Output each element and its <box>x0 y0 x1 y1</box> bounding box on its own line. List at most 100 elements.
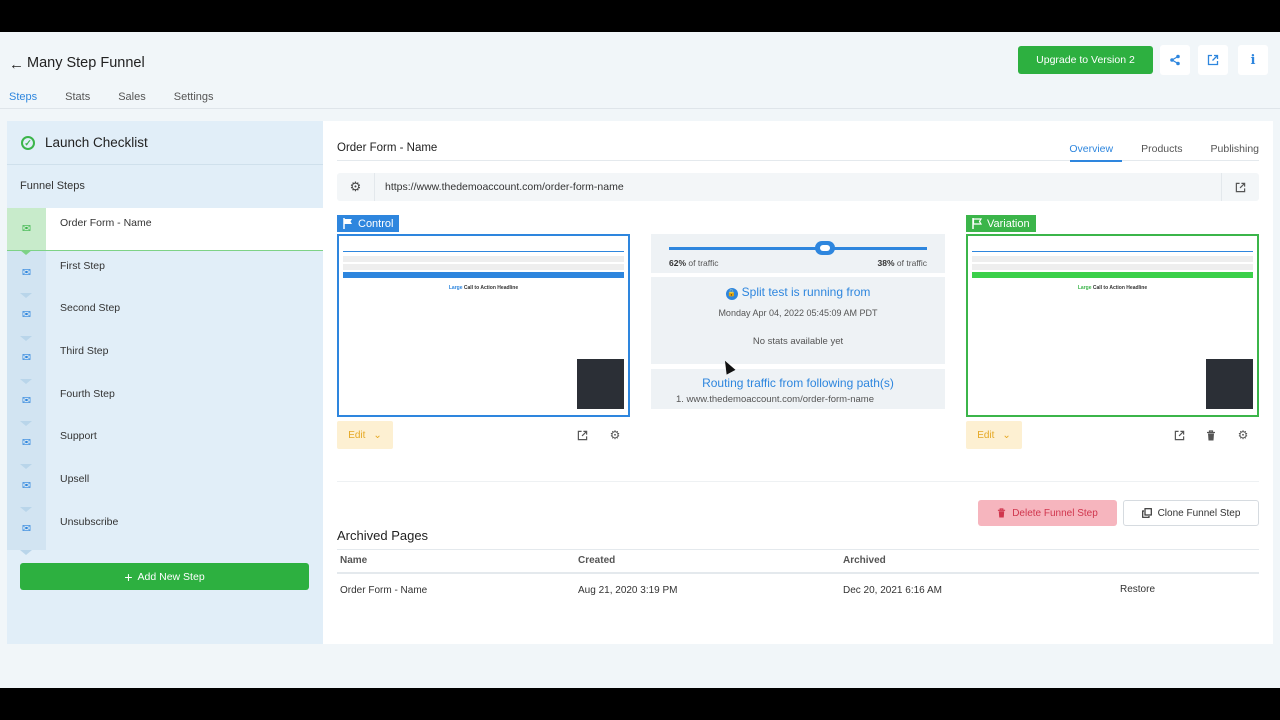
funnel-steps-heading: Funnel Steps <box>20 180 85 192</box>
clone-funnel-step-button[interactable]: Clone Funnel Step <box>1123 500 1259 526</box>
open-external-button[interactable] <box>1198 45 1228 75</box>
page-tabs: Overview Products Publishing <box>1069 143 1259 155</box>
add-new-step-button[interactable]: + Add New Step <box>20 563 309 590</box>
page-title: Order Form - Name <box>337 142 438 154</box>
mail-icon: ✉ <box>7 336 46 384</box>
nav-sales[interactable]: Sales <box>118 91 146 108</box>
slider-track <box>669 247 927 250</box>
mail-icon: ✉ <box>7 506 46 555</box>
upgrade-button[interactable]: Upgrade to Version 2 <box>1018 46 1153 74</box>
split-test-status: 🔒 Split test is running from Monday Apr 0… <box>651 277 945 364</box>
routing-title: Routing traffic from following path(s) <box>702 376 894 390</box>
top-nav: Steps Stats Sales Settings <box>9 91 214 108</box>
mail-icon: ✉ <box>7 421 46 469</box>
url-settings-button[interactable]: ⚙ <box>337 173 375 201</box>
preview-chat-widget <box>577 359 624 409</box>
section-divider <box>337 481 1259 482</box>
mail-icon: ✉ <box>7 208 46 255</box>
url-bar: ⚙ https://www.thedemoaccount.com/order-f… <box>337 173 1259 201</box>
trash-icon <box>1207 429 1215 440</box>
info-button[interactable]: i <box>1238 45 1268 75</box>
slider-handle[interactable] <box>815 241 835 255</box>
variation-traffic: 38% of traffic <box>877 258 927 268</box>
plus-icon: + <box>124 568 133 585</box>
check-circle-icon: ✓ <box>21 136 35 150</box>
add-new-step-label: Add New Step <box>137 570 205 583</box>
funnel-step-item[interactable]: ✉ Order Form - Name <box>7 208 323 255</box>
funnel-step-item[interactable]: ✉ First Step <box>7 250 323 299</box>
column-header-archived: Archived <box>843 555 886 566</box>
funnel-step-label: Upsell <box>60 473 90 486</box>
open-url-button[interactable] <box>1221 173 1259 201</box>
preview-chat-widget <box>1206 359 1253 409</box>
traffic-split-slider: 62% of traffic 38% of traffic <box>651 234 945 273</box>
control-preview[interactable]: Large Call to Action Headline <box>337 234 630 417</box>
tab-overview[interactable]: Overview <box>1069 143 1113 155</box>
tab-publishing[interactable]: Publishing <box>1211 143 1259 155</box>
archived-name: Order Form - Name <box>340 585 428 596</box>
gear-icon: ⚙ <box>1237 428 1249 442</box>
preview-button <box>343 272 624 278</box>
restore-link[interactable]: Restore <box>1120 584 1155 595</box>
delete-funnel-step-button[interactable]: Delete Funnel Step <box>978 500 1117 526</box>
chevron-down-icon: ⌄ <box>1002 429 1011 441</box>
external-link-icon <box>1174 430 1184 440</box>
clone-label: Clone Funnel Step <box>1157 507 1241 519</box>
external-link-icon <box>1207 54 1219 66</box>
funnel-step-item[interactable]: ✉ Support <box>7 421 323 469</box>
variation-open-button[interactable] <box>1165 421 1193 449</box>
funnel-step-item[interactable]: ✉ Upsell <box>7 464 323 512</box>
tab-underline <box>337 160 1259 162</box>
preview-field <box>343 264 624 270</box>
external-link-icon <box>1235 182 1246 192</box>
gear-icon: ⚙ <box>349 179 362 194</box>
share-button[interactable] <box>1160 45 1190 75</box>
chevron-down-icon: ⌄ <box>373 429 382 441</box>
variation-tag: Variation <box>966 215 1036 232</box>
control-edit-button[interactable]: Edit ⌄ <box>337 421 393 449</box>
variation-label: Variation <box>987 217 1030 230</box>
column-header-name: Name <box>340 555 368 566</box>
page-url[interactable]: https://www.thedemoaccount.com/order-for… <box>385 181 624 193</box>
sidebar-divider <box>7 164 323 165</box>
preview-field <box>343 256 624 262</box>
variation-edit-button[interactable]: Edit ⌄ <box>966 421 1022 449</box>
mail-icon: ✉ <box>7 293 46 341</box>
variation-delete-button[interactable] <box>1197 421 1225 449</box>
tab-products[interactable]: Products <box>1141 143 1182 155</box>
routing-path: 1. www.thedemoaccount.com/order-form-nam… <box>676 394 874 405</box>
back-arrow-icon[interactable]: ← <box>9 56 24 73</box>
control-open-button[interactable] <box>568 421 596 449</box>
funnel-step-item[interactable]: ✉ Second Step <box>7 293 323 341</box>
variation-settings-button[interactable]: ⚙ <box>1229 421 1257 449</box>
funnel-step-item[interactable]: ✉ Unsubscribe <box>7 506 323 555</box>
funnel-step-label: First Step <box>60 259 105 272</box>
funnel-steps-list: ✉ Order Form - Name ✉ First Step ✉ Second S… <box>7 208 323 555</box>
mail-icon: ✉ <box>7 464 46 512</box>
nav-settings[interactable]: Settings <box>174 91 214 108</box>
split-test-date: Monday Apr 04, 2022 05:45:09 AM PDT <box>718 308 878 318</box>
funnel-step-item[interactable]: ✉ Fourth Step <box>7 378 323 427</box>
variation-preview[interactable]: Large Call to Action Headline <box>966 234 1259 417</box>
archived-pages-title: Archived Pages <box>337 528 429 543</box>
funnel-step-item[interactable]: ✉ Third Step <box>7 336 323 384</box>
control-settings-button[interactable]: ⚙ <box>601 421 629 449</box>
funnel-title: Many Step Funnel <box>27 55 145 71</box>
funnel-step-label: Second Step <box>60 302 121 315</box>
mail-icon: ✉ <box>7 250 46 299</box>
control-label: Control <box>358 217 394 230</box>
app-window: ← Many Step Funnel Steps Stats Sales Set… <box>0 32 1280 688</box>
external-link-icon <box>577 430 587 440</box>
control-tag: Control <box>337 215 400 232</box>
info-icon: i <box>1250 52 1256 68</box>
launch-checklist-link[interactable]: Launch Checklist <box>45 135 148 150</box>
preview-button <box>972 272 1253 278</box>
archived-divider <box>337 549 1259 550</box>
sidebar: ✓ Launch Checklist Funnel Steps ✉ Order F… <box>7 121 323 644</box>
nav-steps[interactable]: Steps <box>9 91 37 108</box>
no-stats-text: No stats available yet <box>752 336 844 347</box>
nav-stats[interactable]: Stats <box>65 91 90 108</box>
funnel-step-label: Third Step <box>60 345 109 358</box>
gear-icon: ⚙ <box>609 428 621 442</box>
table-header-divider <box>337 572 1259 574</box>
